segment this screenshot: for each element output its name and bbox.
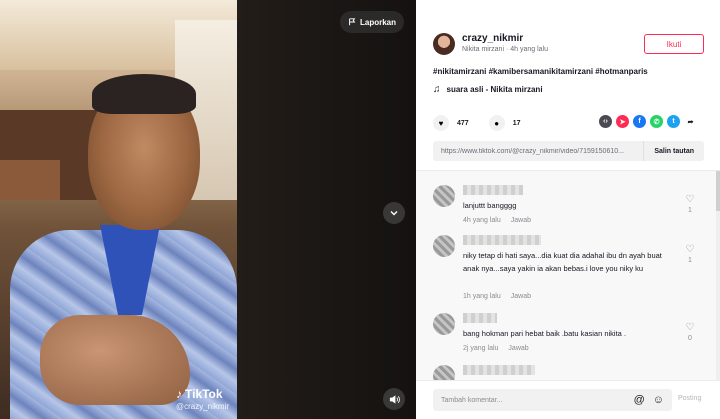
comment-meta: 2j yang lalu Jawab xyxy=(463,345,529,352)
author-avatar[interactable] xyxy=(433,33,455,55)
comment-text: lanjuttt bangggg xyxy=(463,201,517,210)
chevron-down-icon xyxy=(390,211,398,216)
flag-icon xyxy=(349,18,356,26)
comment-list[interactable]: lanjuttt bangggg 4h yang lalu Jawab ♡ 1 … xyxy=(416,170,720,380)
sound-title: suara asli - Nikita mirzani xyxy=(446,85,543,94)
comment-item xyxy=(433,365,703,380)
next-video-button[interactable] xyxy=(383,202,405,224)
comment-like-count: 1 xyxy=(688,257,692,264)
comment-like-count: 0 xyxy=(688,335,692,342)
copy-link-button[interactable]: Salin tautan xyxy=(643,141,704,161)
comment-meta: 1h yang lalu Jawab xyxy=(463,293,531,300)
sound-link[interactable]: ♫ suara asli - Nikita mirzani xyxy=(433,84,543,95)
share-buttons: ‹› ➤ f ✆ t ➦ xyxy=(599,115,697,128)
comment-like[interactable]: ♡ 1 xyxy=(684,194,696,215)
watermark-logo: ♪ TikTok xyxy=(176,387,229,401)
emoji-icon[interactable]: ☺ xyxy=(653,394,664,406)
comment-time: 2j yang lalu xyxy=(463,345,499,352)
follow-button[interactable]: Ikuti xyxy=(644,34,704,54)
commenter-name-redacted xyxy=(463,313,497,323)
facebook-icon[interactable]: f xyxy=(633,115,646,128)
scrollbar-thumb[interactable] xyxy=(716,171,720,211)
tiktok-note-icon: ♪ xyxy=(176,387,182,401)
comment-meta: 4h yang lalu Jawab xyxy=(463,217,531,224)
reply-button[interactable]: Jawab xyxy=(511,293,531,300)
post-header: crazy_nikmir Nikita mirzani · 4h yang la… xyxy=(416,0,720,170)
comment-time: 1h yang lalu xyxy=(463,293,501,300)
comment-composer: Tambah komentar... @ ☺ Posting xyxy=(416,380,720,419)
commenter-name-redacted xyxy=(463,235,541,245)
volume-button[interactable] xyxy=(383,388,405,410)
reply-button[interactable]: Jawab xyxy=(511,217,531,224)
reply-button[interactable]: Jawab xyxy=(508,345,528,352)
like-count: 477 xyxy=(457,119,469,127)
comment-bubble-icon: ● xyxy=(494,118,500,128)
music-note-icon: ♫ xyxy=(433,84,441,95)
video-player[interactable]: Laporkan ♪ TikTok @crazy_nikmir xyxy=(0,0,416,419)
commenter-avatar[interactable] xyxy=(433,185,455,207)
whatsapp-icon[interactable]: ✆ xyxy=(650,115,663,128)
author-subline: Nikita mirzani · 4h yang lalu xyxy=(462,46,548,53)
comment-text: niky tetap di hati saya...dia kuat dia a… xyxy=(463,251,662,273)
heart-outline-icon: ♡ xyxy=(685,322,695,333)
video-frame[interactable] xyxy=(0,0,237,419)
comment-like[interactable]: ♡ 0 xyxy=(684,322,696,343)
volume-icon xyxy=(389,394,400,404)
heart-outline-icon: ♡ xyxy=(685,244,695,255)
commenter-avatar[interactable] xyxy=(433,313,455,335)
comment-input[interactable]: Tambah komentar... @ ☺ xyxy=(433,389,672,411)
composer-icons: @ ☺ xyxy=(634,394,664,406)
watermark-username: @crazy_nikmir xyxy=(176,402,230,411)
tiktok-watermark: ♪ TikTok @crazy_nikmir xyxy=(176,387,229,411)
like-button[interactable]: ♥ xyxy=(433,115,449,131)
comment-button[interactable]: ● xyxy=(488,115,505,131)
tiktok-post-page: Laporkan ♪ TikTok @crazy_nikmir crazy_ni… xyxy=(0,0,720,419)
twitter-icon[interactable]: t xyxy=(667,115,680,128)
post-caption[interactable]: #nikitamirzani #kamibersamanikitamirzani… xyxy=(433,67,648,76)
report-label: Laporkan xyxy=(359,17,396,27)
mention-icon[interactable]: @ xyxy=(634,394,645,406)
share-link-bar: https://www.tiktok.com/@crazy_nikmir/vid… xyxy=(433,141,704,161)
report-button[interactable]: Laporkan xyxy=(340,11,404,33)
post-comment-button[interactable]: Posting xyxy=(678,395,701,402)
comment-scrollbar[interactable] xyxy=(716,171,720,380)
commenter-name-redacted xyxy=(463,365,535,375)
comment-item: lanjuttt bangggg 4h yang lalu Jawab ♡ 1 xyxy=(433,185,703,229)
video-person-hand xyxy=(40,315,190,405)
share-url[interactable]: https://www.tiktok.com/@crazy_nikmir/vid… xyxy=(433,148,643,155)
heart-outline-icon: ♡ xyxy=(685,194,695,205)
comment-time: 4h yang lalu xyxy=(463,217,501,224)
commenter-avatar[interactable] xyxy=(433,235,455,257)
share-arrow-icon[interactable]: ➦ xyxy=(684,115,697,128)
commenter-avatar[interactable] xyxy=(433,365,455,380)
comment-count: 17 xyxy=(512,119,521,127)
comment-item: bang hokman pari hebat baik .batu kasian… xyxy=(433,313,703,357)
engagement-stats: ♥ 477 ● 17 xyxy=(433,115,532,131)
comment-like-count: 1 xyxy=(688,207,692,214)
comment-placeholder: Tambah komentar... xyxy=(441,396,503,404)
embed-icon[interactable]: ‹› xyxy=(599,115,612,128)
watermark-brand: TikTok xyxy=(185,387,223,401)
author-username[interactable]: crazy_nikmir xyxy=(462,33,523,44)
video-scene-shelf xyxy=(0,160,60,200)
comment-item: niky tetap di hati saya...dia kuat dia a… xyxy=(433,235,703,307)
commenter-name-redacted xyxy=(463,185,523,195)
video-person-hair xyxy=(92,74,196,114)
post-detail-panel: crazy_nikmir Nikita mirzani · 4h yang la… xyxy=(416,0,720,419)
heart-icon: ♥ xyxy=(438,118,444,128)
comment-text: bang hokman pari hebat baik .batu kasian… xyxy=(463,329,627,338)
send-icon[interactable]: ➤ xyxy=(616,115,629,128)
comment-like[interactable]: ♡ 1 xyxy=(684,244,696,265)
